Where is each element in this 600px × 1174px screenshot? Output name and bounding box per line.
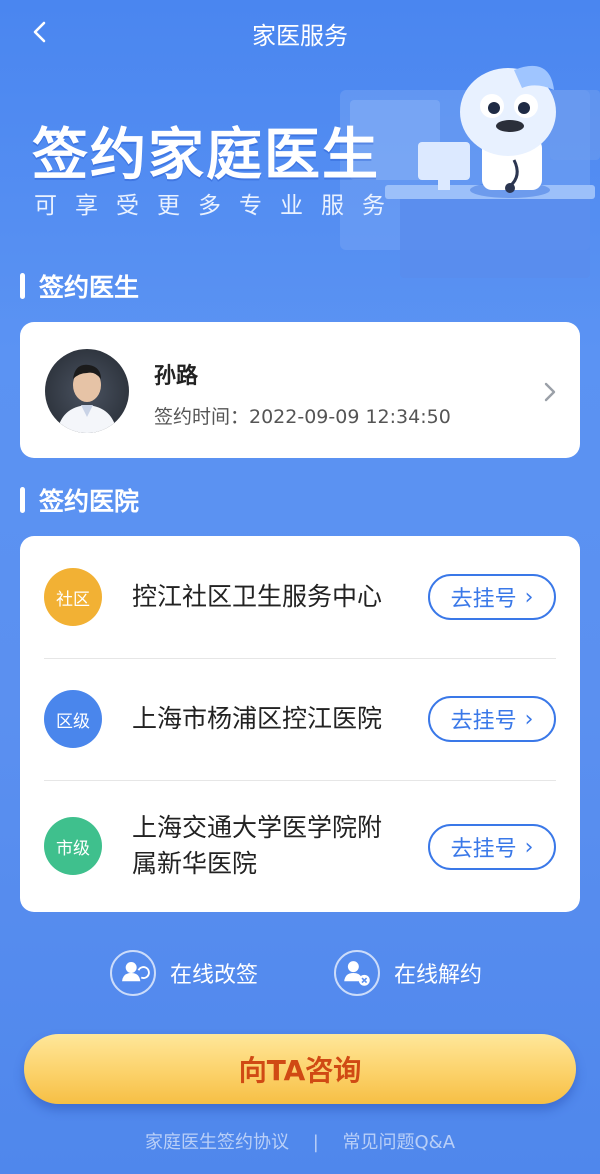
agreement-link[interactable]: 家庭医生签约协议 xyxy=(145,1132,289,1153)
hospital-name: 上海市杨浦区控江医院 xyxy=(132,704,383,733)
nav-bar: 家医服务 xyxy=(0,0,600,64)
hospital-name-line: 属新华医院 xyxy=(132,849,258,878)
sign-time: 签约时间：2022-09-09 12:34:50 xyxy=(154,406,451,428)
section-heading-doctor: 签约医生 xyxy=(20,268,139,304)
consult-button[interactable]: 向TA咨询 xyxy=(24,1034,576,1104)
register-button[interactable]: 去挂号 › xyxy=(428,574,556,620)
change-sign-label: 在线改签 xyxy=(170,963,259,988)
chevron-right-icon: › xyxy=(524,706,534,732)
cancel-sign-button[interactable]: 在线解约 xyxy=(334,950,482,996)
user-switch-icon xyxy=(110,950,156,996)
register-button[interactable]: 去挂号 › xyxy=(428,824,556,870)
hospital-card: 社区 控江社区卫生服务中心 去挂号 › 区级 上海市杨浦区控江医院 去挂号 › … xyxy=(20,536,580,912)
section-bar xyxy=(20,273,25,299)
section-heading-hospital: 签约医院 xyxy=(20,482,139,518)
register-label: 去挂号 xyxy=(450,837,517,862)
doctor-name: 孙路 xyxy=(154,364,199,389)
level-badge-community: 社区 xyxy=(44,568,102,626)
register-button[interactable]: 去挂号 › xyxy=(428,696,556,742)
register-label: 去挂号 xyxy=(450,587,517,612)
hospital-name: 控江社区卫生服务中心 xyxy=(132,582,383,611)
doctor-card[interactable]: 孙路 签约时间：2022-09-09 12:34:50 xyxy=(20,322,580,458)
doctor-photo-icon xyxy=(57,364,117,433)
footer-links: 家庭医生签约协议 | 常见问题Q&A xyxy=(0,1128,600,1154)
level-badge-district: 区级 xyxy=(44,690,102,748)
level-badge-city: 市级 xyxy=(44,817,102,875)
change-sign-button[interactable]: 在线改签 xyxy=(110,950,258,996)
hospital-row: 区级 上海市杨浦区控江医院 去挂号 › xyxy=(20,658,580,780)
section-title: 签约医院 xyxy=(39,487,140,516)
page-title: 家医服务 xyxy=(252,22,348,50)
section-bar xyxy=(20,487,25,513)
section-title: 签约医生 xyxy=(39,273,140,302)
chevron-right-icon xyxy=(544,382,556,402)
hospital-name-line: 上海交通大学医学院附 xyxy=(132,813,383,842)
hospital-row: 市级 上海交通大学医学院附 属新华医院 去挂号 › xyxy=(20,780,580,912)
hospital-name: 上海交通大学医学院附 属新华医院 xyxy=(132,810,382,882)
faq-link[interactable]: 常见问题Q&A xyxy=(343,1132,456,1153)
footer-separator: | xyxy=(312,1132,319,1153)
hero-subtitle: 可享受更多专业服务 xyxy=(34,193,403,219)
hero-title: 签约家庭医生 xyxy=(32,123,380,188)
cancel-sign-label: 在线解约 xyxy=(394,963,483,988)
hospital-row: 社区 控江社区卫生服务中心 去挂号 › xyxy=(20,536,580,658)
doctor-avatar xyxy=(45,349,129,433)
register-label: 去挂号 xyxy=(450,709,517,734)
user-remove-icon xyxy=(334,950,380,996)
chevron-right-icon: › xyxy=(524,584,534,610)
chevron-right-icon: › xyxy=(524,834,534,860)
